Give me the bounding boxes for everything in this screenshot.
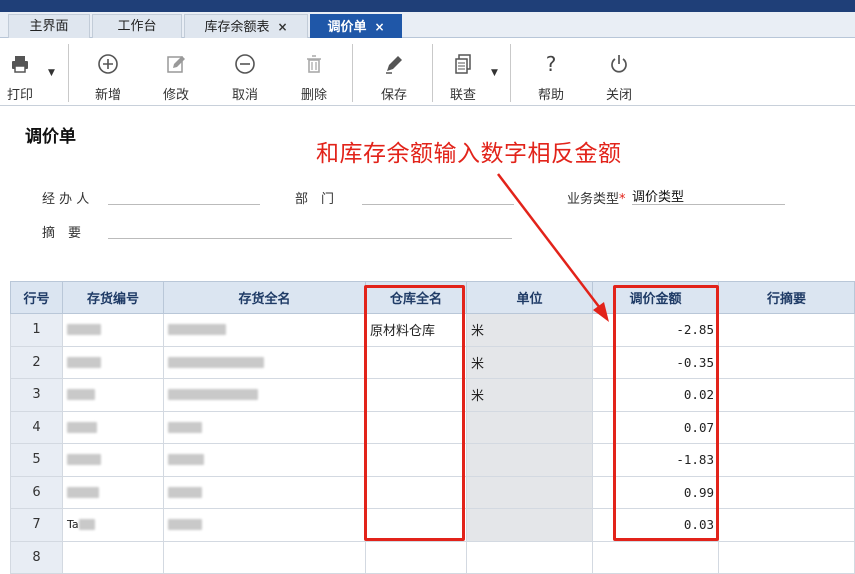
annotation-arrow — [497, 173, 609, 322]
